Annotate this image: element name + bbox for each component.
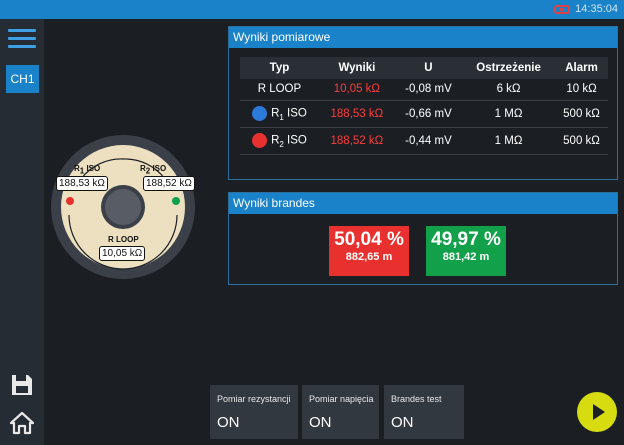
cell-alarm: 10 kΩ [555,79,608,101]
table-row: R LOOP 10,05 kΩ -0,08 mV 6 kΩ 10 kΩ [240,79,608,101]
green-conductor-dot [172,197,180,205]
blue-dot-icon [252,105,268,121]
tile-label: Pomiar rezystancji [217,394,291,404]
cell-typ: R1 ISO [240,100,319,128]
cable-cross-section-diagram: R1 ISO 188,53 kΩ R2 ISO 188,52 kΩ R LOOP… [44,119,224,304]
voltage-measurement-toggle[interactable]: Pomiar napięcia ON [302,385,379,439]
col-wyniki: Wyniki [318,57,395,79]
alarm-battery-icon [554,4,571,14]
cell-warning: 1 MΩ [462,127,556,155]
red-dot-icon [252,132,268,148]
results-table: Typ Wyniki U Ostrzeżenie Alarm R LOOP 10… [240,57,608,155]
col-typ: Typ [240,57,319,79]
col-u: U [394,57,463,79]
brandes-panel-title: Wyniki brandes [229,193,617,214]
brandes-right-percent: 49,97 % [431,229,501,250]
cell-alarm: 500 kΩ [555,127,608,155]
brandes-left-meters: 882,65 m [345,251,393,263]
diagram-rloop-title: R LOOP [108,235,139,244]
cell-alarm: 500 kΩ [555,100,608,128]
red-conductor-dot [66,197,74,205]
diagram-r1-value: 188,53 kΩ [56,176,108,191]
channel-ch1-button[interactable]: CH1 [6,65,39,93]
tile-label: Pomiar napięcia [309,394,374,404]
clock: 14:35:04 [575,3,618,15]
cell-voltage: -0,66 mV [394,100,463,128]
resistance-measurement-toggle[interactable]: Pomiar rezystancji ON [210,385,298,439]
diagram-r2-value: 188,52 kΩ [143,176,195,191]
col-warning: Ostrzeżenie [462,57,556,79]
brandes-left-percent: 50,04 % [334,229,404,250]
cell-result: 10,05 kΩ [318,79,395,101]
tile-value: ON [309,414,332,431]
save-icon[interactable] [10,373,34,402]
top-status-bar: 14:35:04 [0,0,624,19]
play-icon[interactable] [577,392,617,432]
main-area: R1 ISO 188,53 kΩ R2 ISO 188,52 kΩ R LOOP… [44,19,624,445]
cell-warning: 6 kΩ [462,79,556,101]
diagram-rloop-value: 10,05 kΩ [99,246,146,261]
table-row: R2 ISO 188,52 kΩ -0,44 mV 1 MΩ 500 kΩ [240,127,608,155]
brandes-left-result: 50,04 % 882,65 m [329,226,409,276]
brandes-results-panel: Wyniki brandes 50,04 % 882,65 m 49,97 % … [228,192,618,285]
status-area: 14:35:04 [554,3,618,15]
diagram-r2-title: R2 ISO [140,164,167,176]
table-row: R1 ISO 188,53 kΩ -0,66 mV 1 MΩ 500 kΩ [240,100,608,128]
results-panel-title: Wyniki pomiarowe [229,27,617,48]
diagram-r1-title: R1 ISO [74,164,101,176]
cell-warning: 1 MΩ [462,100,556,128]
measurement-results-panel: Wyniki pomiarowe Typ Wyniki U Ostrzeżeni… [228,26,618,180]
col-alarm: Alarm [555,57,608,79]
cell-result: 188,53 kΩ [318,100,395,128]
tile-value: ON [391,414,414,431]
cell-voltage: -0,44 mV [394,127,463,155]
table-header-row: Typ Wyniki U Ostrzeżenie Alarm [240,57,608,79]
home-icon[interactable] [9,411,35,440]
cable-diagram-svg [51,135,195,279]
cell-typ: R2 ISO [240,127,319,155]
cell-voltage: -0,08 mV [394,79,463,101]
brandes-right-result: 49,97 % 881,42 m [426,226,506,276]
brandes-test-toggle[interactable]: Brandes test ON [384,385,464,439]
cell-typ: R LOOP [240,79,319,101]
tile-label: Brandes test [391,394,442,404]
brandes-right-meters: 881,42 m [442,251,490,263]
hamburger-menu-icon[interactable] [8,29,36,51]
tile-value: ON [217,414,240,431]
cell-result: 188,52 kΩ [318,127,395,155]
sidebar: CH1 [0,19,44,445]
